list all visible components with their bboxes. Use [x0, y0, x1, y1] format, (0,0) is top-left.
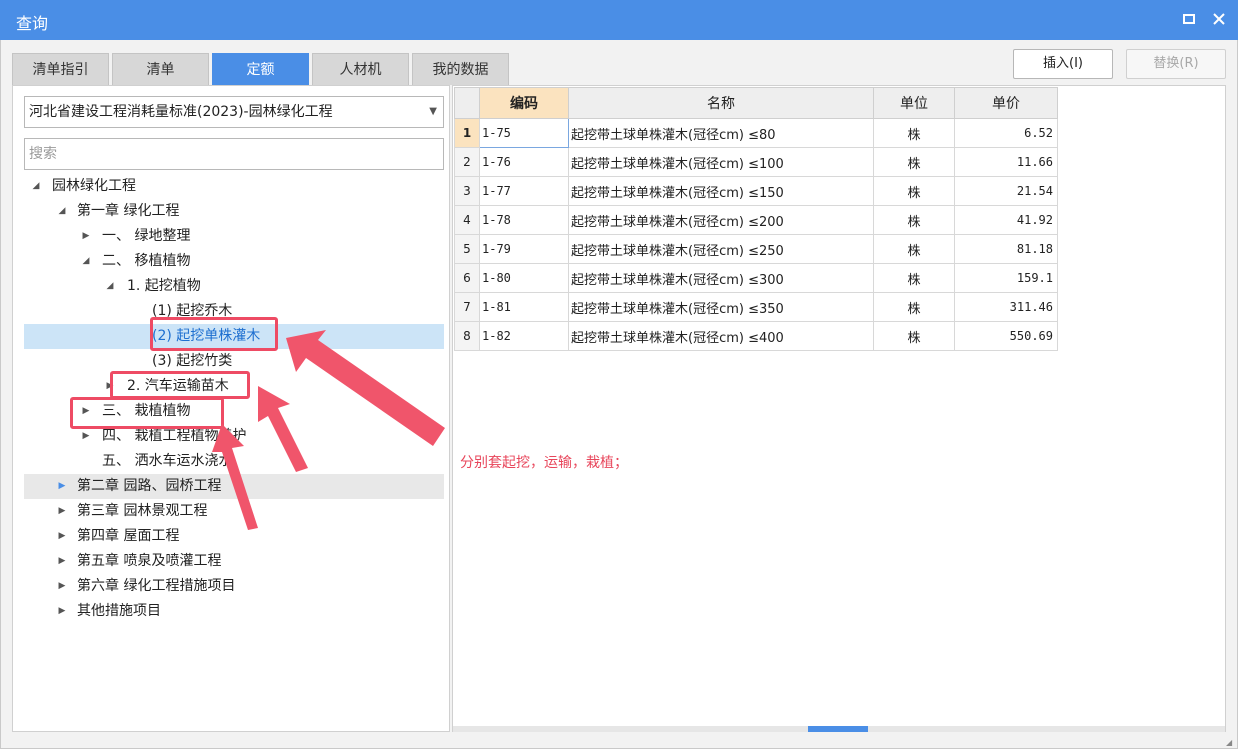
arrow-shape-planting [212, 424, 258, 530]
resize-grip-icon[interactable]: ◢ [1226, 738, 1236, 748]
scrollbar-thumb[interactable] [808, 726, 868, 732]
arrow-shape-transport [258, 386, 308, 472]
horizontal-scrollbar[interactable] [453, 726, 1225, 732]
arrow-shape-excavate [286, 330, 445, 446]
annotation-arrows [212, 330, 445, 530]
